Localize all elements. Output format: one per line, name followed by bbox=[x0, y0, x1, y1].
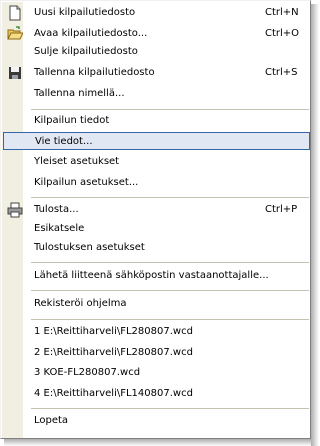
new-file-icon bbox=[7, 5, 23, 21]
printer-icon bbox=[7, 202, 23, 218]
menu-item-label: Yleiset asetukset bbox=[34, 156, 120, 167]
save-disk-icon bbox=[7, 65, 23, 81]
menu-item-label: 3 KOE-FL280807.wcd bbox=[34, 367, 141, 378]
menu-item-label: Lähetä liitteenä sähköpostin vastaanotta… bbox=[34, 270, 269, 281]
menu-item-register[interactable]: Rekisteröi ohjelma bbox=[3, 295, 310, 313]
recent-file-item[interactable]: 2 E:\Reittiharveli\FL280807.wcd bbox=[3, 344, 310, 362]
menu-item-export-data[interactable]: Vie tiedot... bbox=[3, 132, 310, 150]
menu-item-send-as-attachment[interactable]: Lähetä liitteenä sähköpostin vastaanotta… bbox=[3, 267, 310, 285]
menu-item-print[interactable]: Tulosta... Ctrl+P bbox=[3, 201, 310, 219]
recent-file-item[interactable]: 4 E:\Reittiharveli\FL140807.wcd bbox=[3, 385, 310, 403]
menu-item-print-setup[interactable]: Tulostuksen asetukset bbox=[3, 239, 310, 257]
menu-item-label: Tallenna kilpailutiedosto bbox=[34, 67, 155, 78]
menu-item-label: Kilpailun asetukset... bbox=[34, 177, 139, 188]
menu-shadow-bottom bbox=[4, 439, 311, 446]
menu-item-label: 4 E:\Reittiharveli\FL140807.wcd bbox=[34, 388, 193, 399]
menu-item-label: Kilpailun tiedot bbox=[34, 115, 110, 126]
menu-item-shortcut: Ctrl+S bbox=[265, 67, 298, 78]
menu-item-label: Tulostuksen asetukset bbox=[34, 242, 145, 253]
menu-separator bbox=[31, 262, 309, 263]
menu-separator bbox=[31, 408, 309, 409]
menu-item-competition-settings[interactable]: Kilpailun asetukset... bbox=[3, 174, 310, 192]
menu-item-label: Avaa kilpailutiedosto... bbox=[34, 28, 148, 39]
menu-item-shortcut: Ctrl+N bbox=[265, 7, 299, 18]
menu-item-label: Uusi kilpailutiedosto bbox=[34, 7, 136, 18]
menu-separator bbox=[31, 109, 309, 110]
menu-item-label: Vie tiedot... bbox=[35, 136, 93, 147]
menu-item-exit[interactable]: Lopeta bbox=[3, 412, 310, 430]
menu-item-shortcut: Ctrl+P bbox=[265, 204, 298, 215]
menu-shadow-right bbox=[311, 4, 319, 446]
menu-item-label: Lopeta bbox=[34, 415, 69, 426]
menu-item-close-file[interactable]: Sulje kilpailutiedosto bbox=[3, 43, 310, 61]
recent-file-item[interactable]: 1 E:\Reittiharveli\FL280807.wcd bbox=[3, 323, 310, 341]
menu-item-label: Rekisteröi ohjelma bbox=[34, 298, 127, 309]
menu-item-label: Tulosta... bbox=[34, 204, 79, 215]
menu-item-save-file[interactable]: Tallenna kilpailutiedosto Ctrl+S bbox=[3, 64, 310, 82]
file-menu: Uusi kilpailutiedosto Ctrl+N Avaa kilpai… bbox=[0, 0, 311, 439]
menu-item-competition-info[interactable]: Kilpailun tiedot bbox=[3, 112, 310, 130]
menu-item-label: 1 E:\Reittiharveli\FL280807.wcd bbox=[34, 326, 193, 337]
menu-item-save-as[interactable]: Tallenna nimellä... bbox=[3, 85, 310, 103]
menu-separator bbox=[31, 290, 309, 291]
menu-item-label: 2 E:\Reittiharveli\FL280807.wcd bbox=[34, 347, 193, 358]
menu-item-label: Tallenna nimellä... bbox=[34, 88, 125, 99]
menu-item-label: Esikatsele bbox=[34, 223, 85, 234]
recent-file-item[interactable]: 3 KOE-FL280807.wcd bbox=[3, 364, 310, 382]
menu-item-label: Sulje kilpailutiedosto bbox=[34, 46, 138, 57]
menu-separator bbox=[31, 197, 309, 198]
menu-item-general-settings[interactable]: Yleiset asetukset bbox=[3, 153, 310, 171]
menu-separator bbox=[31, 319, 309, 320]
open-folder-icon bbox=[7, 26, 24, 42]
menu-item-new-file[interactable]: Uusi kilpailutiedosto Ctrl+N bbox=[3, 4, 310, 22]
menu-item-print-preview[interactable]: Esikatsele bbox=[3, 220, 310, 238]
menu-item-open-file[interactable]: Avaa kilpailutiedosto... Ctrl+O bbox=[3, 25, 310, 43]
menu-item-shortcut: Ctrl+O bbox=[265, 28, 300, 39]
